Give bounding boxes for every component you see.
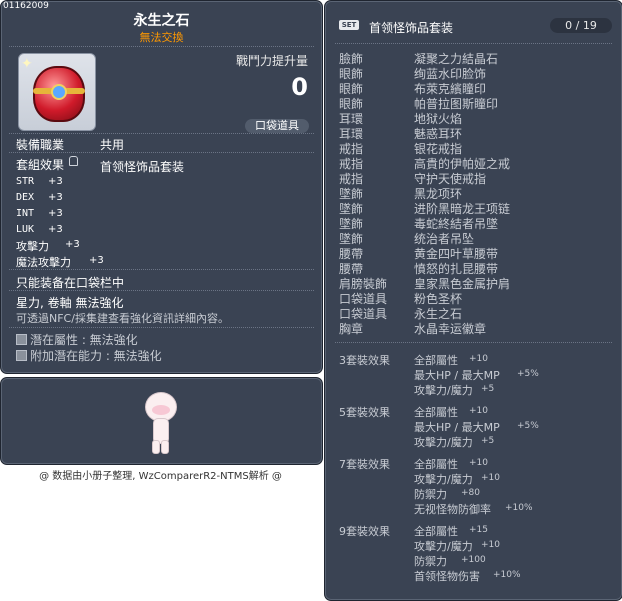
set-effects-panel: SET 首领怪饰品套装 0 / 19 臉飾 凝聚之力結晶石 眼飾 绚蓝水印脸饰 … bbox=[324, 0, 622, 601]
effect-value: +10 bbox=[469, 458, 488, 468]
divider bbox=[9, 327, 314, 328]
item-tooltip-panel: 01162009 永生之石 無法交換 ✦ 戰鬥力提升量 0 口袋道具 裝備職業 … bbox=[0, 0, 323, 374]
set-title: 首领怪饰品套装 bbox=[369, 21, 454, 35]
divider bbox=[9, 133, 314, 134]
set-count: 0 / 19 bbox=[550, 18, 612, 33]
divider bbox=[335, 43, 612, 44]
npc-note: 可透過NFC/採集建查看強化資訊詳細內容。 bbox=[16, 312, 229, 325]
stat-int-name: INT bbox=[16, 208, 35, 219]
avatar-preview-panel bbox=[0, 377, 323, 465]
effect-name: 攻擊力/魔力 bbox=[414, 436, 473, 449]
enhance-note: 星力, 卷軸 無法強化 bbox=[16, 296, 124, 310]
effect-value: +5 bbox=[481, 436, 495, 446]
effect-value: +5 bbox=[481, 384, 495, 394]
job-label: 裝備職業 bbox=[16, 138, 65, 152]
lock-icon bbox=[69, 156, 78, 166]
effect-value: +15 bbox=[469, 525, 488, 535]
set-badge-icon: SET bbox=[339, 20, 359, 30]
item-icon: ✦ bbox=[18, 53, 96, 131]
pocket-only-note: 只能装备在口袋栏中 bbox=[16, 276, 125, 290]
effect-value: +10 bbox=[481, 540, 500, 550]
potential-text: 潛在屬性 : 無法強化 bbox=[30, 333, 138, 347]
effect-name: 攻擊力/魔力 bbox=[414, 384, 473, 397]
effect-name: 最大HP / 最大MP bbox=[414, 421, 500, 434]
divider bbox=[9, 269, 314, 270]
job-value: 共用 bbox=[100, 138, 125, 152]
stat-magic-value: +3 bbox=[89, 255, 104, 266]
set-effect-header: 5套裝效果 bbox=[339, 406, 390, 419]
effect-name: 攻擊力/魔力 bbox=[414, 473, 473, 486]
set-effect-header: 9套裝效果 bbox=[339, 525, 390, 538]
effect-value: +10 bbox=[469, 354, 488, 364]
stat-dex-name: DEX bbox=[16, 192, 35, 203]
set-effect-value: 首领怪饰品套装 bbox=[100, 160, 185, 174]
effect-name: 最大HP / 最大MP bbox=[414, 369, 500, 382]
stat-luk-value: +3 bbox=[48, 224, 63, 235]
effect-value: +80 bbox=[461, 488, 480, 498]
divider bbox=[9, 46, 314, 47]
stat-attack-name: 攻擊力 bbox=[16, 240, 49, 253]
stat-str-name: STR bbox=[16, 176, 35, 187]
power-increase-value: 0 bbox=[291, 73, 308, 101]
effect-value: +10 bbox=[481, 473, 500, 483]
set-effect-header: 3套裝效果 bbox=[339, 354, 390, 367]
effect-name: 攻擊力/魔力 bbox=[414, 540, 473, 553]
stat-attack-value: +3 bbox=[65, 239, 80, 250]
stat-dex-value: +3 bbox=[48, 192, 63, 203]
effect-name: 全部屬性 bbox=[414, 354, 458, 367]
additional-potential-text: 附加潛在能力 : 無法強化 bbox=[30, 349, 162, 363]
additional-potential-bullet-icon bbox=[16, 350, 27, 361]
divider bbox=[335, 342, 612, 343]
pocket-item-badge: 口袋道具 bbox=[245, 119, 309, 133]
sparkle-icon: ✦ bbox=[21, 56, 33, 72]
stat-luk-name: LUK bbox=[16, 224, 35, 235]
effect-name: 首领怪物伤害 bbox=[414, 570, 480, 583]
effect-value: +10% bbox=[493, 570, 521, 580]
item-name: 永生之石 bbox=[133, 13, 190, 29]
stat-magic-name: 魔法攻擊力 bbox=[16, 256, 71, 269]
effect-name: 全部屬性 bbox=[414, 458, 458, 471]
gem-icon bbox=[33, 66, 85, 122]
piece-name: 水晶幸运徽章 bbox=[414, 322, 487, 336]
stat-str-value: +3 bbox=[48, 176, 63, 187]
effect-name: 无视怪物防御率 bbox=[414, 503, 491, 516]
effect-name: 全部屬性 bbox=[414, 525, 458, 538]
divider bbox=[9, 290, 314, 291]
power-increase-label: 戰鬥力提升量 bbox=[235, 54, 308, 68]
stat-int-value: +3 bbox=[48, 208, 63, 219]
tradability-label: 無法交換 bbox=[139, 31, 184, 44]
effect-value: +10 bbox=[469, 406, 488, 416]
divider bbox=[9, 152, 314, 153]
credit-text: @ 数据由小册子整理, WzComparerR2-NTMS解析 @ bbox=[39, 471, 282, 482]
effect-value: +100 bbox=[461, 555, 486, 565]
set-effect-header: 7套裝效果 bbox=[339, 458, 390, 471]
effect-name: 防禦力 bbox=[414, 488, 447, 501]
set-effect-label: 套組效果 bbox=[16, 158, 65, 172]
piece-slot: 胸章 bbox=[339, 322, 364, 336]
effect-value: +5% bbox=[517, 369, 539, 379]
effect-name: 全部屬性 bbox=[414, 406, 458, 419]
effect-value: +10% bbox=[505, 503, 533, 513]
effect-name: 防禦力 bbox=[414, 555, 447, 568]
potential-bullet-icon bbox=[16, 334, 27, 345]
effect-value: +5% bbox=[517, 421, 539, 431]
